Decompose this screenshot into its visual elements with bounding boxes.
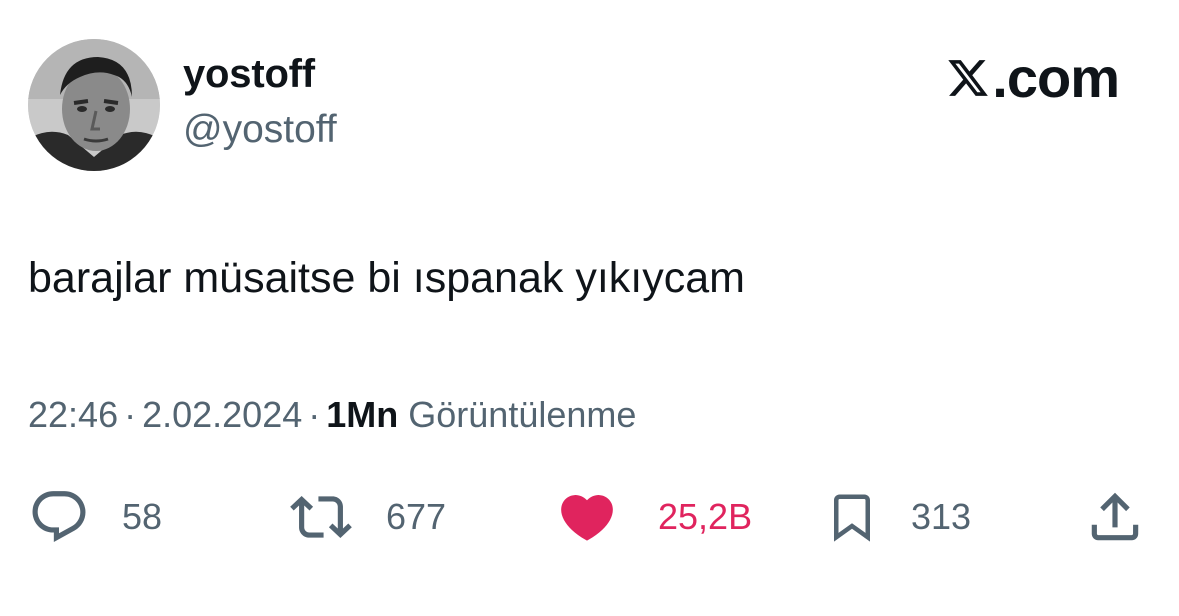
brand-text: .com (992, 46, 1120, 109)
views-label[interactable]: Görüntülenme (408, 394, 636, 435)
action-bar: 58 677 25,2B 313 (0, 486, 1179, 548)
retweet-icon (290, 496, 352, 538)
like-count: 25,2B (658, 496, 753, 537)
retweet-count: 677 (386, 496, 447, 537)
author-handle[interactable]: @yostoff (183, 108, 337, 152)
share-icon (1091, 492, 1139, 541)
heart-icon (561, 495, 613, 541)
avatar[interactable] (28, 39, 160, 171)
x-logo-icon (948, 60, 989, 96)
tweet-meta: 22:46 · 2.02.2024 · 1Mn Görüntülenme (28, 394, 636, 436)
bookmark-button[interactable]: 313 (825, 486, 971, 548)
meta-separator: · (308, 394, 321, 435)
reply-count: 58 (122, 496, 163, 537)
like-button[interactable]: 25,2B (556, 486, 752, 548)
bookmark-icon (834, 494, 870, 542)
reply-icon (32, 491, 86, 543)
tweet-text: barajlar müsaitse bi ıspanak yıkıycam (28, 254, 745, 302)
brand-watermark: .com (946, 46, 1120, 109)
bookmark-count: 313 (911, 496, 972, 537)
reply-button[interactable]: 58 (28, 486, 162, 548)
tweet-time[interactable]: 22:46 (28, 394, 118, 435)
meta-separator: · (124, 394, 137, 435)
share-button[interactable] (1084, 486, 1146, 548)
avatar-photo (28, 39, 160, 171)
author-display-name[interactable]: yostoff (183, 52, 315, 97)
tweet-date[interactable]: 2.02.2024 (142, 394, 302, 435)
retweet-button[interactable]: 677 (288, 486, 446, 548)
views-count[interactable]: 1Mn (326, 394, 398, 435)
